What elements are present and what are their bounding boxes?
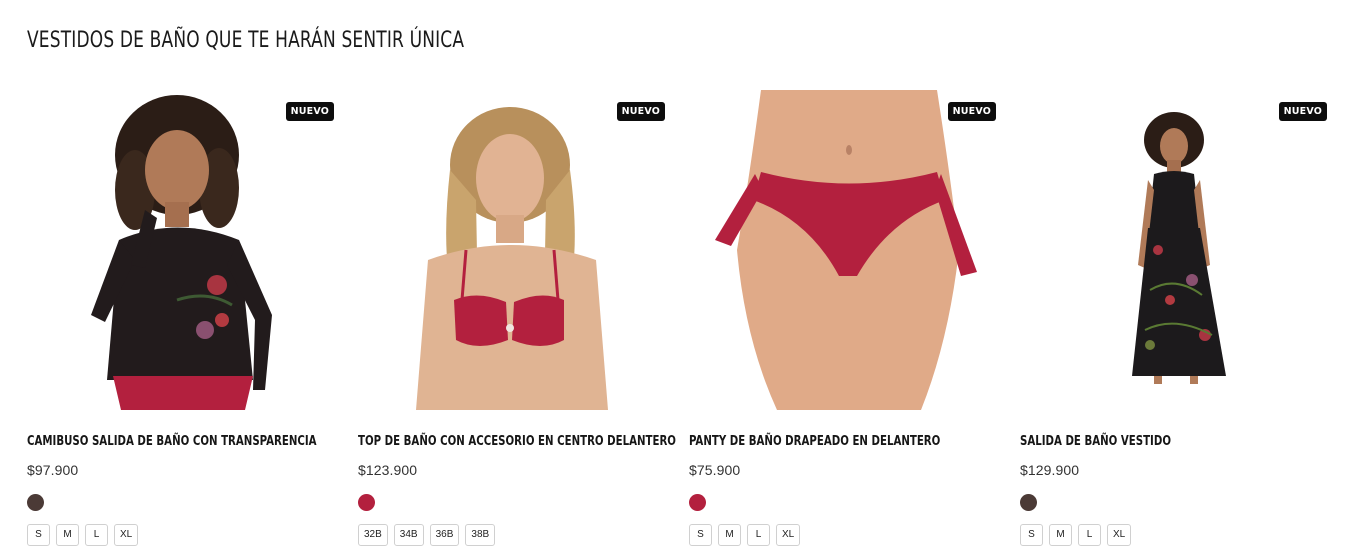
size-option[interactable]: XL [776,524,801,546]
size-option[interactable]: S [1020,524,1043,546]
color-swatches [1020,494,1037,511]
size-option[interactable]: M [718,524,741,546]
size-option[interactable]: 32B [358,524,388,546]
color-swatch[interactable] [27,494,44,511]
product-photo-bikini-bottom [715,90,977,410]
size-option[interactable]: L [85,524,108,546]
product-card[interactable]: NUEVO CAMIBUSO SALIDA DE BAÑO CON TRANSP… [27,90,336,560]
color-swatch[interactable] [1020,494,1037,511]
product-image[interactable]: NUEVO [358,90,667,410]
product-image[interactable]: NUEVO [689,90,998,410]
color-swatches [358,494,375,511]
size-option[interactable]: S [27,524,50,546]
size-options: S M L XL [27,524,139,546]
product-image[interactable]: NUEVO [27,90,336,410]
product-photo-dress [1132,112,1226,384]
product-grid: NUEVO CAMIBUSO SALIDA DE BAÑO CON TRANSP… [27,90,1337,560]
color-swatch[interactable] [689,494,706,511]
size-options: S M L XL [1020,524,1132,546]
size-option[interactable]: L [747,524,770,546]
product-price: $129.900 [1020,462,1080,478]
color-swatch[interactable] [358,494,375,511]
new-badge: NUEVO [285,102,334,121]
size-options: 32B 34B 36B 38B [358,524,496,546]
product-name[interactable]: SALIDA DE BAÑO VESTIDO [1020,433,1171,449]
size-option[interactable]: XL [114,524,139,546]
size-option[interactable]: 36B [429,524,460,546]
size-option[interactable]: XL [1107,524,1132,546]
size-options: S M L XL [689,524,801,546]
size-option[interactable]: M [56,524,79,546]
product-image[interactable]: NUEVO [1020,90,1329,410]
product-name[interactable]: CAMIBUSO SALIDA DE BAÑO CON TRANSPARENCI… [27,433,317,449]
size-option[interactable]: M [1049,524,1072,546]
product-card[interactable]: NUEVO PANTY DE BAÑO DRAPEADO EN DELANTER… [689,90,998,560]
product-price: $97.900 [27,462,79,478]
product-name[interactable]: TOP DE BAÑO CON ACCESORIO EN CENTRO DELA… [358,433,676,449]
color-swatches [689,494,706,511]
product-card[interactable]: NUEVO SALIDA DE BAÑO VESTIDO $129.900 S … [1020,90,1329,560]
new-badge: NUEVO [947,102,996,121]
product-photo-mesh-top [91,95,272,410]
product-photo-bikini-top [416,107,608,410]
size-option[interactable]: 34B [393,524,424,546]
size-option[interactable]: L [1078,524,1101,546]
size-option[interactable]: S [689,524,712,546]
section-title: VESTIDOS DE BAÑO QUE TE HARÁN SENTIR ÚNI… [27,28,465,53]
product-price: $75.900 [689,462,741,478]
product-price: $123.900 [358,462,418,478]
new-badge: NUEVO [1278,102,1327,121]
color-swatches [27,494,44,511]
size-option[interactable]: 38B [465,524,496,546]
new-badge: NUEVO [616,102,665,121]
product-card[interactable]: NUEVO TOP DE BAÑO CON ACCESORIO EN CENTR… [358,90,676,560]
product-name[interactable]: PANTY DE BAÑO DRAPEADO EN DELANTERO [689,433,940,449]
